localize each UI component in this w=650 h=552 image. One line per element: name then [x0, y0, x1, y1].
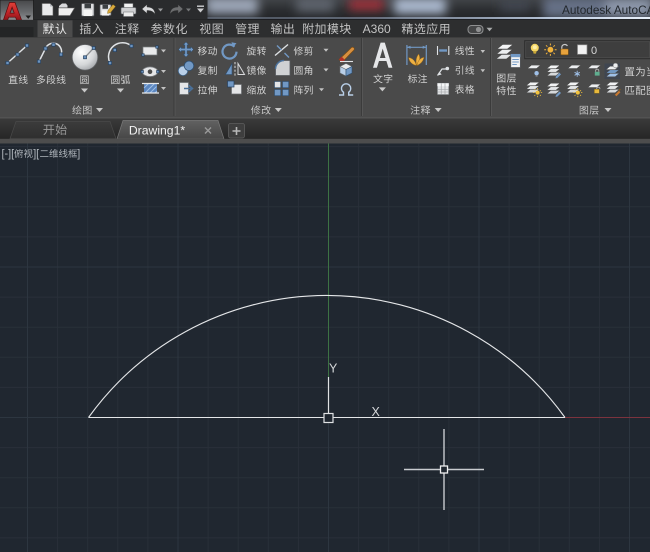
svg-text:Autodesk AutoCAD: Autodesk AutoCAD [562, 3, 650, 17]
svg-text:][: ][ [33, 148, 39, 160]
svg-text:A360: A360 [363, 22, 391, 36]
svg-text:[-][: [-][ [2, 148, 15, 160]
svg-text:Y: Y [329, 362, 338, 376]
svg-text:]: ] [77, 148, 80, 160]
svg-text:X: X [372, 405, 381, 419]
svg-text:0: 0 [591, 45, 597, 57]
svg-text:Drawing1*: Drawing1* [129, 124, 185, 138]
